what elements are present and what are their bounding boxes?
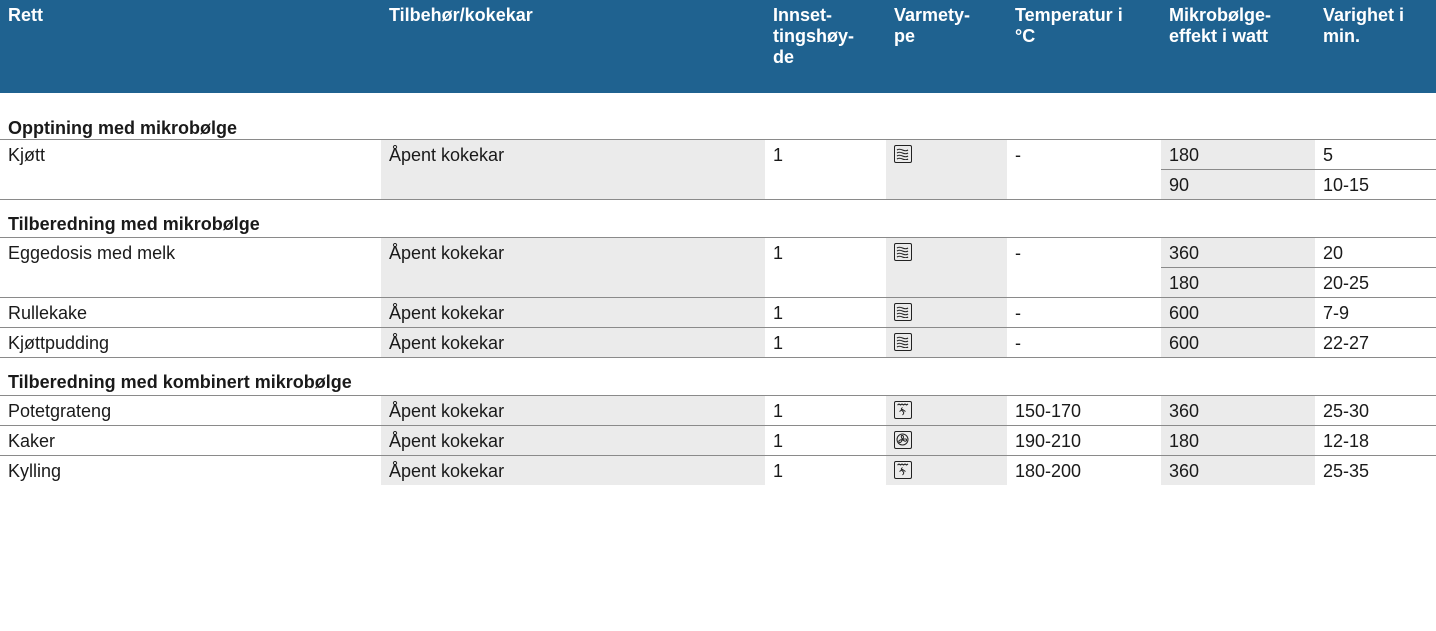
cell-temp: - xyxy=(1007,138,1161,169)
table-row: Kylling Åpent kokekar 1 180-200 360 25-35 xyxy=(0,454,1436,485)
table-row: Eggedosis med melk Åpent kokekar 1 -360 20 xyxy=(0,236,1436,267)
cell-watt: 360 xyxy=(1161,454,1315,485)
section-title: Opptining med mikrobølge xyxy=(8,117,237,138)
microwave-icon xyxy=(894,242,912,261)
cell-hoyde xyxy=(765,267,886,297)
cell-varmetype xyxy=(886,169,1007,199)
cell-min: 25-35 xyxy=(1315,454,1436,485)
cell-varmetype xyxy=(886,267,1007,297)
cell-min: 25-30 xyxy=(1315,394,1436,425)
section-heading-row: Tilberedning med mikrobølge xyxy=(0,198,1436,237)
cell-varmetype xyxy=(886,236,1007,267)
cell-varmetype xyxy=(886,296,1007,327)
table-row: Kjøtt Åpent kokekar 1 -180 5 xyxy=(0,138,1436,169)
cell-min: 5 xyxy=(1315,138,1436,169)
section-title: Tilberedning med kombinert mikrobølge xyxy=(0,356,1436,395)
cell-watt: 180 xyxy=(1161,424,1315,455)
cell-rett: Potetgrateng xyxy=(0,394,381,425)
cell-watt: 600 xyxy=(1161,326,1315,357)
header-temperatur: Temperatur i °C xyxy=(1007,0,1161,104)
header-varighet: Varighet i min. xyxy=(1315,0,1436,104)
cell-rett xyxy=(0,169,381,199)
cell-temp: 180-200 xyxy=(1007,454,1161,485)
cell-watt: 180 xyxy=(1161,266,1315,297)
cell-rett: Kjøttpudding xyxy=(0,326,381,357)
cell-tilbehor xyxy=(381,267,765,297)
cell-varmetype xyxy=(886,424,1007,455)
section-heading-row: Tilberedning med kombinert mikrobølge xyxy=(0,356,1436,395)
cell-min: 22-27 xyxy=(1315,326,1436,357)
table-body: Opptining med mikrobølge Kjøtt Åpent kokek… xyxy=(0,98,1436,485)
cell-rett: Rullekake xyxy=(0,296,381,327)
table-row: Rullekake Åpent kokekar 1 -600 7-9 xyxy=(0,296,1436,327)
cell-watt: 360 xyxy=(1161,394,1315,425)
cell-rett xyxy=(0,267,381,297)
grill-icon xyxy=(894,460,912,479)
cell-hoyde: 1 xyxy=(765,138,886,169)
header-tilbehor: Tilbehør/kokekar xyxy=(381,0,765,104)
table-row: Kjøttpudding Åpent kokekar 1 -600 22-27 xyxy=(0,326,1436,357)
cell-watt: 180 xyxy=(1161,138,1315,169)
cell-hoyde: 1 xyxy=(765,394,886,425)
table-row: Potetgrateng Åpent kokekar 1 150-170 360 25-3… xyxy=(0,394,1436,425)
header-rett: Rett xyxy=(0,0,381,104)
microwave-icon xyxy=(894,144,912,163)
cell-temp xyxy=(1007,267,1161,297)
cell-tilbehor: Åpent kokekar xyxy=(381,454,765,485)
cooking-table: Rett Tilbehør/kokekar Innset- tingshøy- … xyxy=(0,0,1436,485)
cell-rett: Kjøtt xyxy=(0,138,381,169)
cell-min: 7-9 xyxy=(1315,296,1436,327)
cell-temp xyxy=(1007,169,1161,199)
cell-varmetype xyxy=(886,326,1007,357)
cell-varmetype xyxy=(886,394,1007,425)
fan-icon xyxy=(894,430,912,449)
cell-varmetype xyxy=(886,454,1007,485)
cell-temp: - xyxy=(1007,236,1161,267)
cell-hoyde: 1 xyxy=(765,236,886,267)
grill-icon xyxy=(894,400,912,419)
header-mikrobolge: Mikrobølge- effekt i watt xyxy=(1161,0,1315,104)
cell-temp: 150-170 xyxy=(1007,394,1161,425)
cell-tilbehor: Åpent kokekar xyxy=(381,296,765,327)
cell-temp: 190-210 xyxy=(1007,424,1161,455)
cell-temp: - xyxy=(1007,296,1161,327)
cell-min: 20-25 xyxy=(1315,266,1436,297)
cell-watt: 600 xyxy=(1161,296,1315,327)
cell-hoyde: 1 xyxy=(765,326,886,357)
cell-tilbehor: Åpent kokekar xyxy=(381,394,765,425)
cell-varmetype xyxy=(886,138,1007,169)
cell-temp: - xyxy=(1007,326,1161,357)
cell-rett: Eggedosis med melk xyxy=(0,236,381,267)
table-header: Rett Tilbehør/kokekar Innset- tingshøy- … xyxy=(0,0,1436,104)
section-title: Tilberedning med mikrobølge xyxy=(0,198,1436,237)
cell-rett: Kylling xyxy=(0,454,381,485)
header-varmetype: Varmety- pe xyxy=(886,0,1007,104)
cell-tilbehor: Åpent kokekar xyxy=(381,138,765,169)
cell-hoyde: 1 xyxy=(765,424,886,455)
cell-min: 20 xyxy=(1315,236,1436,267)
header-innsetting: Innset- tingshøy- de xyxy=(765,0,886,104)
cell-tilbehor: Åpent kokekar xyxy=(381,424,765,455)
cell-hoyde xyxy=(765,169,886,199)
cell-rett: Kaker xyxy=(0,424,381,455)
table-row: 90 10-15 xyxy=(0,168,1436,199)
cell-watt: 90 xyxy=(1161,168,1315,199)
cell-min: 10-15 xyxy=(1315,168,1436,199)
table-row: 180 20-25 xyxy=(0,266,1436,297)
cell-hoyde: 1 xyxy=(765,454,886,485)
microwave-icon xyxy=(894,332,912,351)
cell-watt: 360 xyxy=(1161,236,1315,267)
cell-tilbehor: Åpent kokekar xyxy=(381,236,765,267)
section-heading-row: Opptining med mikrobølge xyxy=(0,98,1436,139)
cell-min: 12-18 xyxy=(1315,424,1436,455)
cell-tilbehor xyxy=(381,169,765,199)
cell-tilbehor: Åpent kokekar xyxy=(381,326,765,357)
table-row: Kaker Åpent kokekar 1 190-210 180 12-18 xyxy=(0,424,1436,455)
cell-hoyde: 1 xyxy=(765,296,886,327)
microwave-icon xyxy=(894,302,912,321)
